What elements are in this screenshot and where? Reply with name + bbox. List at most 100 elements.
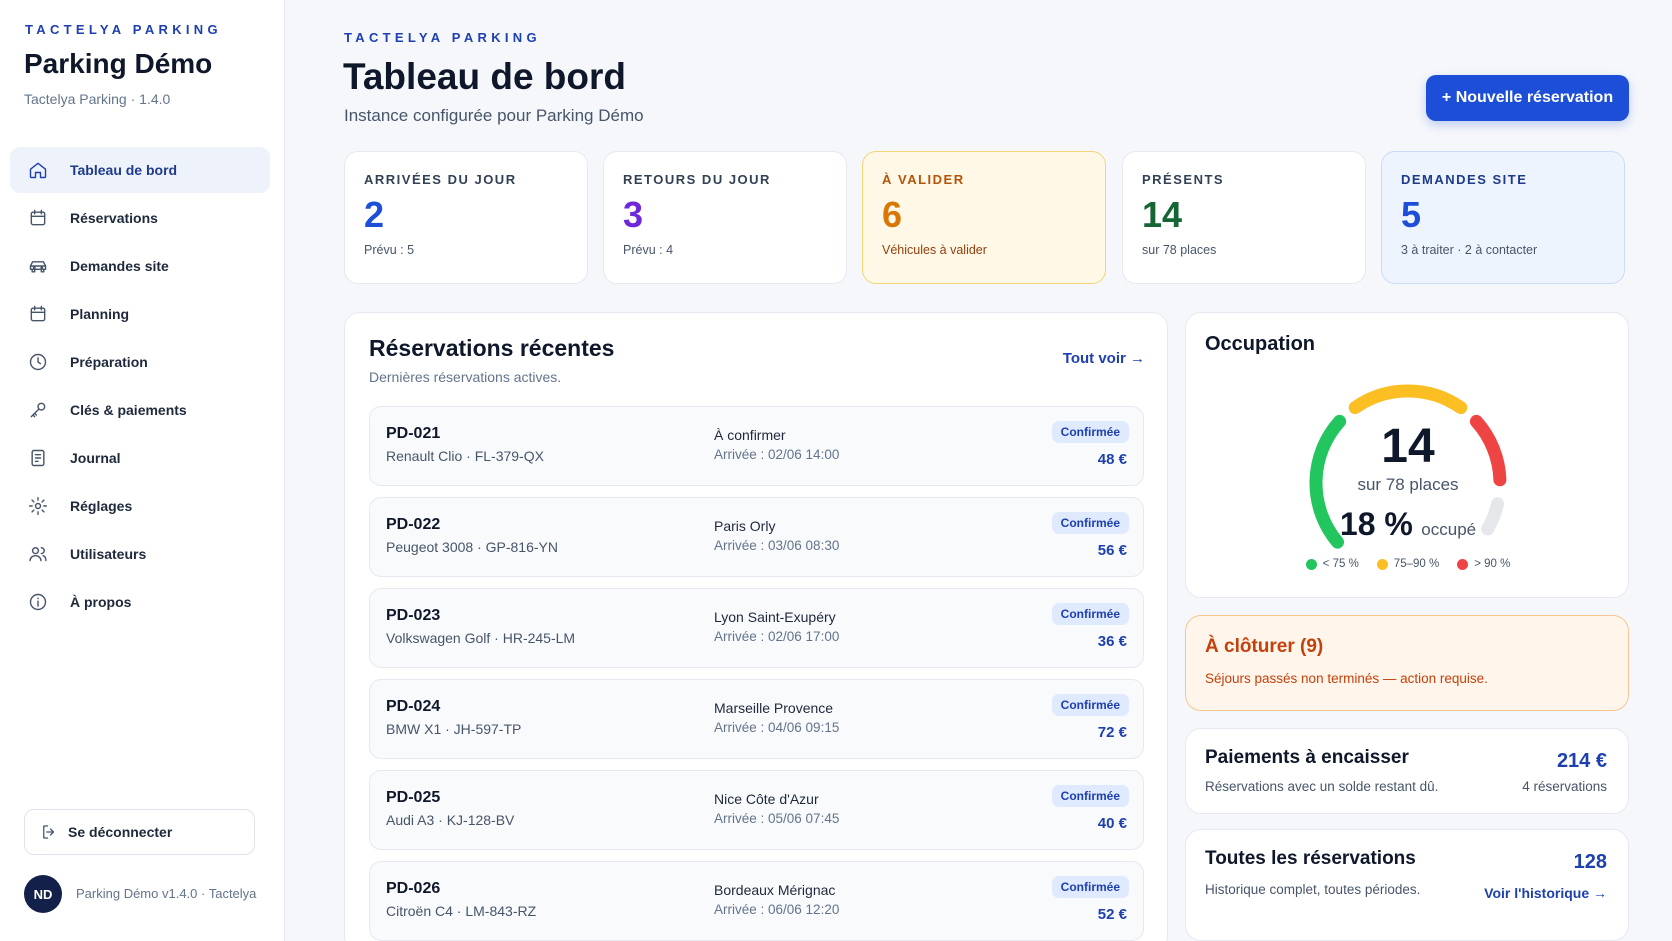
sidebar-item-journal[interactable]: Journal — [10, 435, 270, 481]
reservation-price: 52 € — [1097, 906, 1127, 923]
page-kicker: TACTELYA PARKING — [344, 30, 541, 45]
reservation-row[interactable]: PD-025 Audi A3 · KJ-128-BV Nice Côte d'A… — [369, 770, 1144, 850]
legend-item: > 90 % — [1457, 558, 1510, 570]
stat-label: PRÉSENTS — [1142, 172, 1225, 187]
payments-amount: 214 € — [1556, 750, 1607, 772]
reservation-vehicle: Audi A3 · KJ-128-BV — [386, 812, 515, 828]
reservation-row[interactable]: PD-022 Peugeot 3008 · GP-816-YN Paris Or… — [369, 497, 1144, 577]
stat-value: 2 — [364, 194, 385, 235]
reservation-row[interactable]: PD-026 Citroën C4 · LM-843-RZ Bordeaux M… — [369, 861, 1144, 941]
reservation-arrival: Arrivée : 02/06 14:00 — [714, 447, 840, 462]
stat-sub: Prévu : 4 — [623, 243, 674, 257]
stat-card-site-requests[interactable]: DEMANDES SITE 5 3 à traiter · 2 à contac… — [1381, 151, 1625, 284]
status-badge: Confirmée — [1051, 512, 1129, 534]
sidebar-item-about[interactable]: À propos — [10, 579, 270, 625]
to-close-alert[interactable]: À clôturer (9) Séjours passés non termin… — [1185, 615, 1629, 711]
stat-value: 14 — [1142, 194, 1183, 235]
sidebar-item-preparation[interactable]: Préparation — [10, 339, 270, 385]
sidebar-item-users[interactable]: Utilisateurs — [10, 531, 270, 577]
sidebar-item-label: À propos — [70, 594, 132, 610]
recent-reservations-title: Réservations récentes — [369, 335, 615, 361]
reservation-location: Bordeaux Mérignac — [714, 882, 836, 898]
legend-label: > 90 % — [1474, 558, 1511, 570]
legend-dot-green — [1305, 558, 1317, 570]
history-link[interactable]: Voir l'historique → — [1484, 885, 1607, 901]
reservation-arrival: Arrivée : 06/06 12:20 — [714, 902, 840, 917]
stat-label: À VALIDER — [882, 172, 965, 187]
sidebar-item-keys-payments[interactable]: Clés & paiements — [10, 387, 270, 433]
reservation-vehicle: Volkswagen Golf · HR-245-LM — [386, 630, 576, 646]
legend-item: < 75 % — [1305, 558, 1359, 570]
reservation-arrival: Arrivée : 05/06 07:45 — [714, 811, 840, 826]
reservation-id: PD-021 — [386, 425, 441, 442]
reservation-row[interactable]: PD-021 Renault Clio · FL-379-QX À confir… — [369, 406, 1144, 486]
home-icon — [28, 160, 48, 180]
sidebar-item-site-requests[interactable]: Demandes site — [10, 243, 270, 289]
stat-card-to-validate[interactable]: À VALIDER 6 Véhicules à valider — [862, 151, 1106, 284]
reservation-id: PD-022 — [386, 516, 441, 533]
sidebar-item-settings[interactable]: Réglages — [10, 483, 270, 529]
gauge-segment-mid — [1348, 384, 1468, 415]
occupation-percent-wrap: 18 % occupé — [1186, 506, 1630, 543]
occupation-title: Occupation — [1205, 333, 1316, 355]
see-all-link[interactable]: Tout voir → — [1063, 350, 1145, 367]
status-badge: Confirmée — [1051, 876, 1129, 898]
payments-card[interactable]: Paiements à encaisser Réservations avec … — [1185, 728, 1629, 814]
brand-kicker: TACTELYA PARKING — [25, 22, 222, 37]
reservation-row[interactable]: PD-023 Volkswagen Golf · HR-245-LM Lyon … — [369, 588, 1144, 668]
gear-icon — [28, 496, 48, 516]
to-close-subtitle: Séjours passés non terminés — action req… — [1205, 671, 1488, 686]
stat-sub: Véhicules à valider — [882, 243, 987, 257]
sidebar-item-label: Demandes site — [70, 258, 169, 274]
stat-card-arrivals[interactable]: ARRIVÉES DU JOUR 2 Prévu : 5 — [344, 151, 588, 284]
stat-card-present[interactable]: PRÉSENTS 14 sur 78 places — [1122, 151, 1366, 284]
reservation-arrival: Arrivée : 02/06 17:00 — [714, 629, 840, 644]
status-badge: Confirmée — [1051, 785, 1129, 807]
sidebar-item-dashboard[interactable]: Tableau de bord — [10, 147, 270, 193]
reservation-id: PD-024 — [386, 698, 441, 715]
car-icon — [28, 256, 48, 276]
reservation-location: Marseille Provence — [714, 700, 834, 716]
brand-subtitle: Tactelya Parking · 1.4.0 — [24, 91, 171, 107]
sidebar-item-label: Réglages — [70, 498, 133, 514]
recent-reservations-panel: Réservations récentes Dernières réservat… — [344, 312, 1168, 941]
recent-reservations-subtitle: Dernières réservations actives. — [369, 369, 562, 385]
occupation-percent-label: occupé — [1421, 520, 1477, 539]
reservation-vehicle: Peugeot 3008 · GP-816-YN — [386, 539, 558, 555]
stat-label: ARRIVÉES DU JOUR — [364, 172, 517, 187]
reservation-price: 48 € — [1097, 451, 1127, 468]
occupation-legend: < 75 % 75–90 % > 90 % — [1186, 558, 1630, 570]
logout-button[interactable]: Se déconnecter — [24, 809, 255, 855]
occupation-panel: Occupation 14 sur 78 places 18 % occupé … — [1185, 312, 1629, 598]
legend-dot-yellow — [1376, 558, 1388, 570]
reservation-arrival: Arrivée : 04/06 09:15 — [714, 720, 840, 735]
sidebar-item-reservations[interactable]: Réservations — [10, 195, 270, 241]
reservation-location: Paris Orly — [714, 518, 776, 534]
journal-icon — [28, 448, 48, 468]
sidebar-item-label: Utilisateurs — [70, 546, 147, 562]
reservation-price: 40 € — [1097, 815, 1127, 832]
stat-card-returns[interactable]: RETOURS DU JOUR 3 Prévu : 4 — [603, 151, 847, 284]
stat-label: RETOURS DU JOUR — [623, 172, 771, 187]
all-reservations-card: Toutes les réservations Historique compl… — [1185, 829, 1629, 941]
version-text: Parking Démo v1.4.0 · Tactelya — [76, 886, 257, 901]
new-reservation-button[interactable]: + Nouvelle réservation — [1426, 75, 1629, 121]
all-reservations-title: Toutes les réservations — [1205, 848, 1416, 869]
logout-icon — [43, 825, 55, 839]
sidebar-item-label: Planning — [70, 306, 130, 322]
reservation-row[interactable]: PD-024 BMW X1 · JH-597-TP Marseille Prov… — [369, 679, 1144, 759]
stat-value: 5 — [1401, 194, 1422, 235]
avatar[interactable]: ND — [24, 875, 62, 913]
stat-sub: Prévu : 5 — [364, 243, 415, 257]
payments-count: 4 réservations — [1522, 779, 1607, 794]
status-badge: Confirmée — [1051, 421, 1129, 443]
reservation-price: 56 € — [1097, 542, 1127, 559]
all-reservations-count: 128 — [1573, 851, 1607, 873]
status-badge: Confirmée — [1051, 694, 1129, 716]
sidebar-item-planning[interactable]: Planning — [10, 291, 270, 337]
calendar-icon — [28, 208, 48, 228]
clock-icon — [28, 352, 48, 372]
page-subtitle: Instance configurée pour Parking Démo — [344, 106, 644, 125]
legend-label: 75–90 % — [1393, 558, 1440, 570]
page-title: Tableau de bord — [343, 56, 627, 97]
